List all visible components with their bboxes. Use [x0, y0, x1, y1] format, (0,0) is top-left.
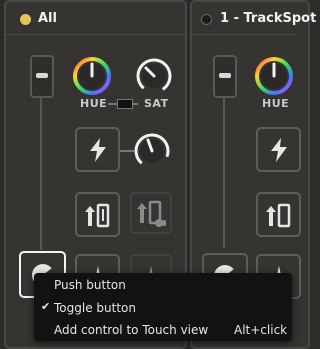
hue-knob-2[interactable] — [254, 56, 294, 96]
sat-label: SAT — [144, 97, 169, 110]
lightning-icon — [89, 137, 106, 162]
menu-item-label: Add control to Touch view — [54, 323, 209, 337]
dimmer-icon — [84, 203, 109, 227]
panel-indicator-all — [20, 14, 31, 25]
context-menu: Push button ✔ Toggle button Add control … — [34, 273, 292, 341]
dimmer-icon — [265, 203, 290, 227]
panel-title-all: All — [38, 11, 57, 26]
hue-label-2: HUE — [262, 97, 290, 110]
lightning-icon — [270, 137, 287, 162]
fader-track — [40, 98, 42, 250]
menu-item-add-to-touch-view[interactable]: Add control to Touch view Alt+click — [34, 319, 292, 341]
dimmer-link-button[interactable] — [130, 192, 172, 234]
check-icon: ✔ — [41, 300, 51, 313]
dimmer-up-button-2[interactable] — [256, 192, 301, 237]
strobe-button[interactable] — [75, 127, 120, 172]
menu-item-toggle-button[interactable]: ✔ Toggle button — [34, 297, 292, 319]
panel-indicator-trackspot — [201, 14, 212, 25]
menu-item-push-button[interactable]: Push button — [34, 274, 292, 296]
menu-item-label: Push button — [54, 278, 126, 292]
strobe-button-2[interactable] — [256, 127, 301, 172]
fader-track-2 — [223, 98, 225, 248]
fader-handle[interactable] — [36, 73, 48, 78]
panel-title-trackspot: 1 - TrackSpot — [220, 11, 317, 26]
menu-item-shortcut: Alt+click — [234, 323, 288, 337]
header-divider-2 — [192, 34, 297, 35]
saturation-knob[interactable] — [134, 56, 174, 96]
hue-label: HUE — [80, 97, 108, 110]
dimmer-up-button[interactable] — [75, 192, 120, 237]
hue-sat-link[interactable] — [117, 99, 133, 109]
menu-item-label: Toggle button — [54, 301, 136, 315]
window: All HUE SAT 1 - TrackSpot HUE Push butto… — [0, 0, 316, 349]
strobe-speed-knob[interactable] — [132, 131, 172, 171]
header-divider — [6, 34, 185, 35]
dimmer-icon — [137, 200, 166, 227]
fader-handle-2[interactable] — [219, 73, 231, 78]
hue-knob[interactable] — [72, 56, 112, 96]
